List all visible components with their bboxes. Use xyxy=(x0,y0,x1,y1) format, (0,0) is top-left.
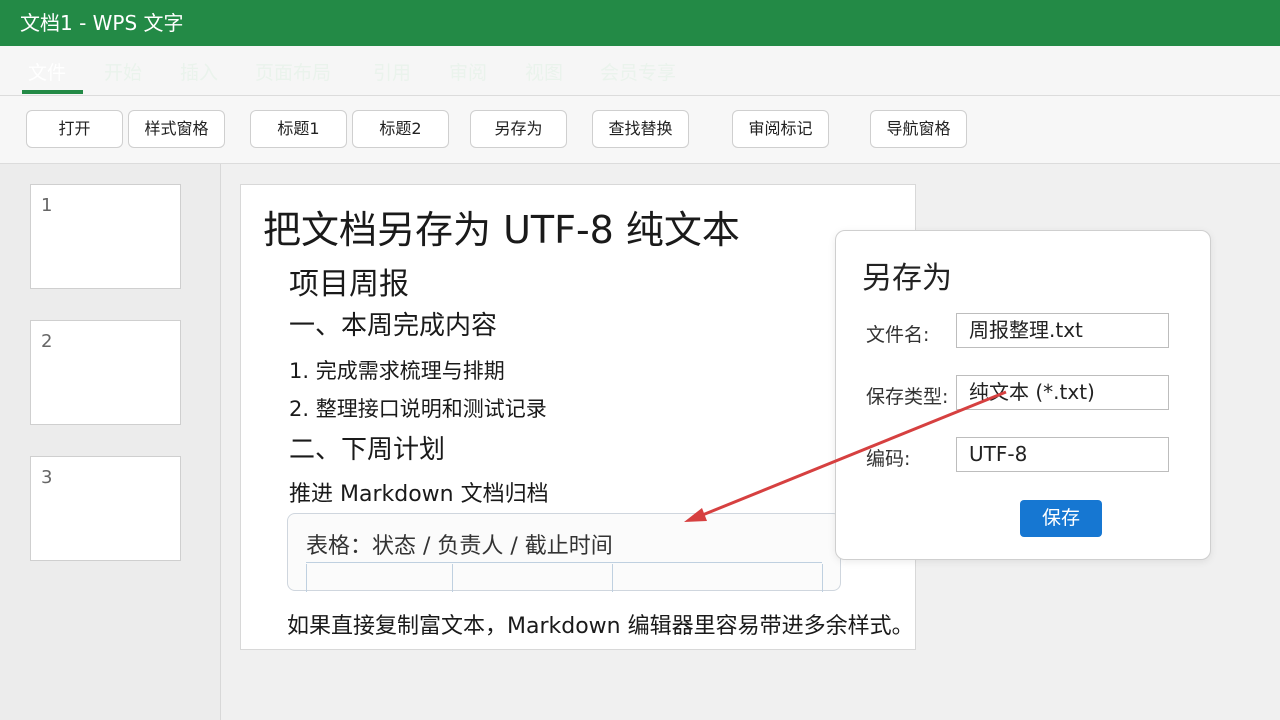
tab-file[interactable]: 文件 xyxy=(28,58,66,85)
table-column-divider xyxy=(822,564,823,592)
file-type-select[interactable]: 纯文本 (*.txt) xyxy=(956,375,1169,410)
page-number: 2 xyxy=(41,331,53,352)
menu-bar: 文件 开始 插入 页面布局 引用 审阅 视图 会员专享 xyxy=(0,46,1280,96)
tab-references[interactable]: 引用 xyxy=(373,58,411,85)
page-thumbnail-2[interactable]: 2 xyxy=(30,320,181,425)
page-thumbnail-sidebar: 1 2 3 xyxy=(0,164,221,720)
section-heading-1: 一、本周完成内容 xyxy=(289,311,498,341)
table-column-divider xyxy=(306,564,307,592)
table-caption: 表格：状态 / 负责人 / 截止时间 xyxy=(306,534,613,559)
tab-insert[interactable]: 插入 xyxy=(180,58,218,85)
table-row-divider xyxy=(306,562,822,563)
window-title: 文档1 - WPS 文字 xyxy=(20,11,184,35)
open-button[interactable]: 打开 xyxy=(26,110,123,148)
filename-label: 文件名: xyxy=(866,324,930,346)
save-as-button[interactable]: 另存为 xyxy=(470,110,567,148)
save-button[interactable]: 保存 xyxy=(1020,500,1102,537)
page-number: 1 xyxy=(41,195,53,216)
save-as-dialog: 另存为 文件名: 周报整理.txt 保存类型: 纯文本 (*.txt) 编码: … xyxy=(835,230,1211,560)
table-column-divider xyxy=(612,564,613,592)
table-column-divider xyxy=(452,564,453,592)
page-thumbnail-3[interactable]: 3 xyxy=(30,456,181,561)
list-item: 1. 完成需求梳理与排期 xyxy=(289,359,505,383)
tab-review[interactable]: 审阅 xyxy=(449,58,487,85)
document-title: 把文档另存为 UTF-8 纯文本 xyxy=(263,208,740,252)
tab-view[interactable]: 视图 xyxy=(525,58,563,85)
list-item: 2. 整理接口说明和测试记录 xyxy=(289,397,547,421)
document-page[interactable]: 把文档另存为 UTF-8 纯文本 项目周报 一、本周完成内容 1. 完成需求梳理… xyxy=(240,184,916,650)
tab-home[interactable]: 开始 xyxy=(104,58,142,85)
tab-page-layout[interactable]: 页面布局 xyxy=(255,58,331,85)
page-thumbnail-1[interactable]: 1 xyxy=(30,184,181,289)
plan-text: 推进 Markdown 文档归档 xyxy=(289,482,549,507)
note-text: 如果直接复制富文本，Markdown 编辑器里容易带进多余样式。 xyxy=(287,614,914,639)
tab-member[interactable]: 会员专享 xyxy=(600,58,676,85)
window-title-bar: 文档1 - WPS 文字 xyxy=(0,0,1280,46)
dialog-title: 另存为 xyxy=(862,261,952,296)
navigation-pane-button[interactable]: 导航窗格 xyxy=(870,110,967,148)
heading1-button[interactable]: 标题1 xyxy=(250,110,347,148)
style-pane-button[interactable]: 样式窗格 xyxy=(128,110,225,148)
encoding-label: 编码: xyxy=(866,448,911,470)
active-tab-indicator xyxy=(22,90,83,94)
document-table[interactable]: 表格：状态 / 负责人 / 截止时间 xyxy=(287,513,841,592)
heading2-button[interactable]: 标题2 xyxy=(352,110,449,148)
file-type-label: 保存类型: xyxy=(866,386,949,408)
encoding-select[interactable]: UTF-8 xyxy=(956,437,1169,472)
toolbar: 打开 样式窗格 标题1 标题2 另存为 查找替换 审阅标记 导航窗格 xyxy=(0,96,1280,164)
section-heading-2: 二、下周计划 xyxy=(289,435,446,465)
find-replace-button[interactable]: 查找替换 xyxy=(592,110,689,148)
review-marks-button[interactable]: 审阅标记 xyxy=(732,110,829,148)
filename-input[interactable]: 周报整理.txt xyxy=(956,313,1169,348)
page-number: 3 xyxy=(41,467,53,488)
report-heading: 项目周报 xyxy=(289,267,409,302)
